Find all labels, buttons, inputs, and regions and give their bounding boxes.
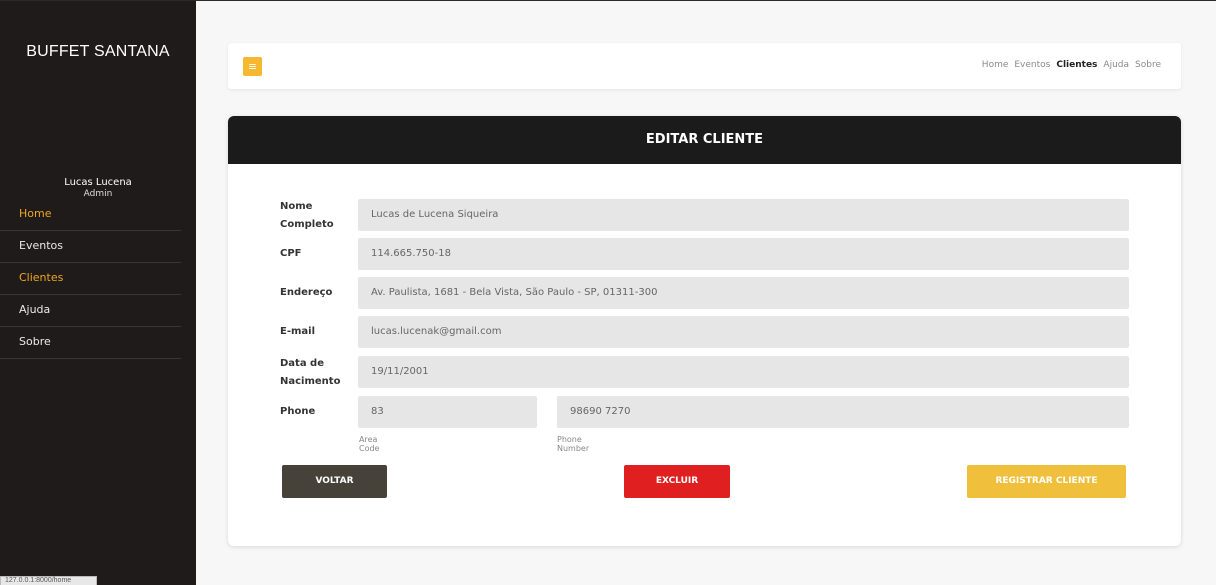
hamburger-icon[interactable]: ≡ [243, 57, 262, 76]
card-title: EDITAR CLIENTE [228, 116, 1181, 164]
nascimento-input[interactable]: 19/11/2001 [358, 356, 1129, 388]
topnav-ajuda[interactable]: Ajuda [1103, 60, 1129, 70]
cpf-label: CPF [280, 248, 302, 259]
nome-input[interactable]: Lucas de Lucena Siqueira [358, 199, 1129, 231]
topnav-sobre[interactable]: Sobre [1135, 60, 1161, 70]
edit-client-card: EDITAR CLIENTE Nome Completo Lucas de Lu… [228, 116, 1181, 546]
top-navbar: ≡ Home Eventos Clientes Ajuda Sobre [228, 43, 1181, 89]
sidebar: BUFFET SANTANA Lucas Lucena Admin Home E… [0, 1, 196, 585]
area-code-hint: Area Code [359, 435, 380, 453]
phone-number-input[interactable]: 98690 7270 [557, 396, 1129, 428]
cpf-input[interactable]: 114.665.750-18 [358, 238, 1129, 270]
area-code-input[interactable]: 83 [358, 396, 537, 428]
sidebar-item-ajuda[interactable]: Ajuda [0, 295, 181, 327]
back-button[interactable]: VOLTAR [282, 465, 387, 498]
user-name: Lucas Lucena [64, 177, 132, 188]
nome-label: Nome Completo [280, 201, 334, 230]
email-label: E-mail [280, 326, 316, 337]
status-url: 127.0.0.1:8000/home [0, 576, 97, 585]
phone-number-hint: Phone Number [557, 435, 590, 453]
email-input[interactable]: lucas.lucenak@gmail.com [358, 316, 1129, 348]
nascimento-label: Data de Nacimento [280, 358, 341, 387]
register-client-button[interactable]: REGISTRAR CLIENTE [967, 465, 1126, 498]
user-role: Admin [83, 189, 113, 199]
delete-button[interactable]: EXCLUIR [624, 465, 730, 498]
topnav-clientes[interactable]: Clientes [1056, 60, 1097, 70]
sidebar-item-eventos[interactable]: Eventos [0, 231, 181, 263]
endereco-input[interactable]: Av. Paulista, 1681 - Bela Vista, São Pau… [358, 277, 1129, 309]
sidebar-item-home[interactable]: Home [0, 199, 181, 231]
topnav-home[interactable]: Home [982, 60, 1009, 70]
top-nav-links: Home Eventos Clientes Ajuda Sobre [982, 60, 1161, 70]
sidebar-item-clientes[interactable]: Clientes [0, 263, 181, 295]
phone-label: Phone [280, 406, 316, 417]
brand-logo[interactable]: BUFFET SANTANA [0, 43, 196, 61]
topnav-eventos[interactable]: Eventos [1014, 60, 1050, 70]
sidebar-nav: Home Eventos Clientes Ajuda Sobre [0, 199, 181, 359]
endereco-label: Endereço [280, 287, 333, 298]
sidebar-item-sobre[interactable]: Sobre [0, 327, 181, 359]
